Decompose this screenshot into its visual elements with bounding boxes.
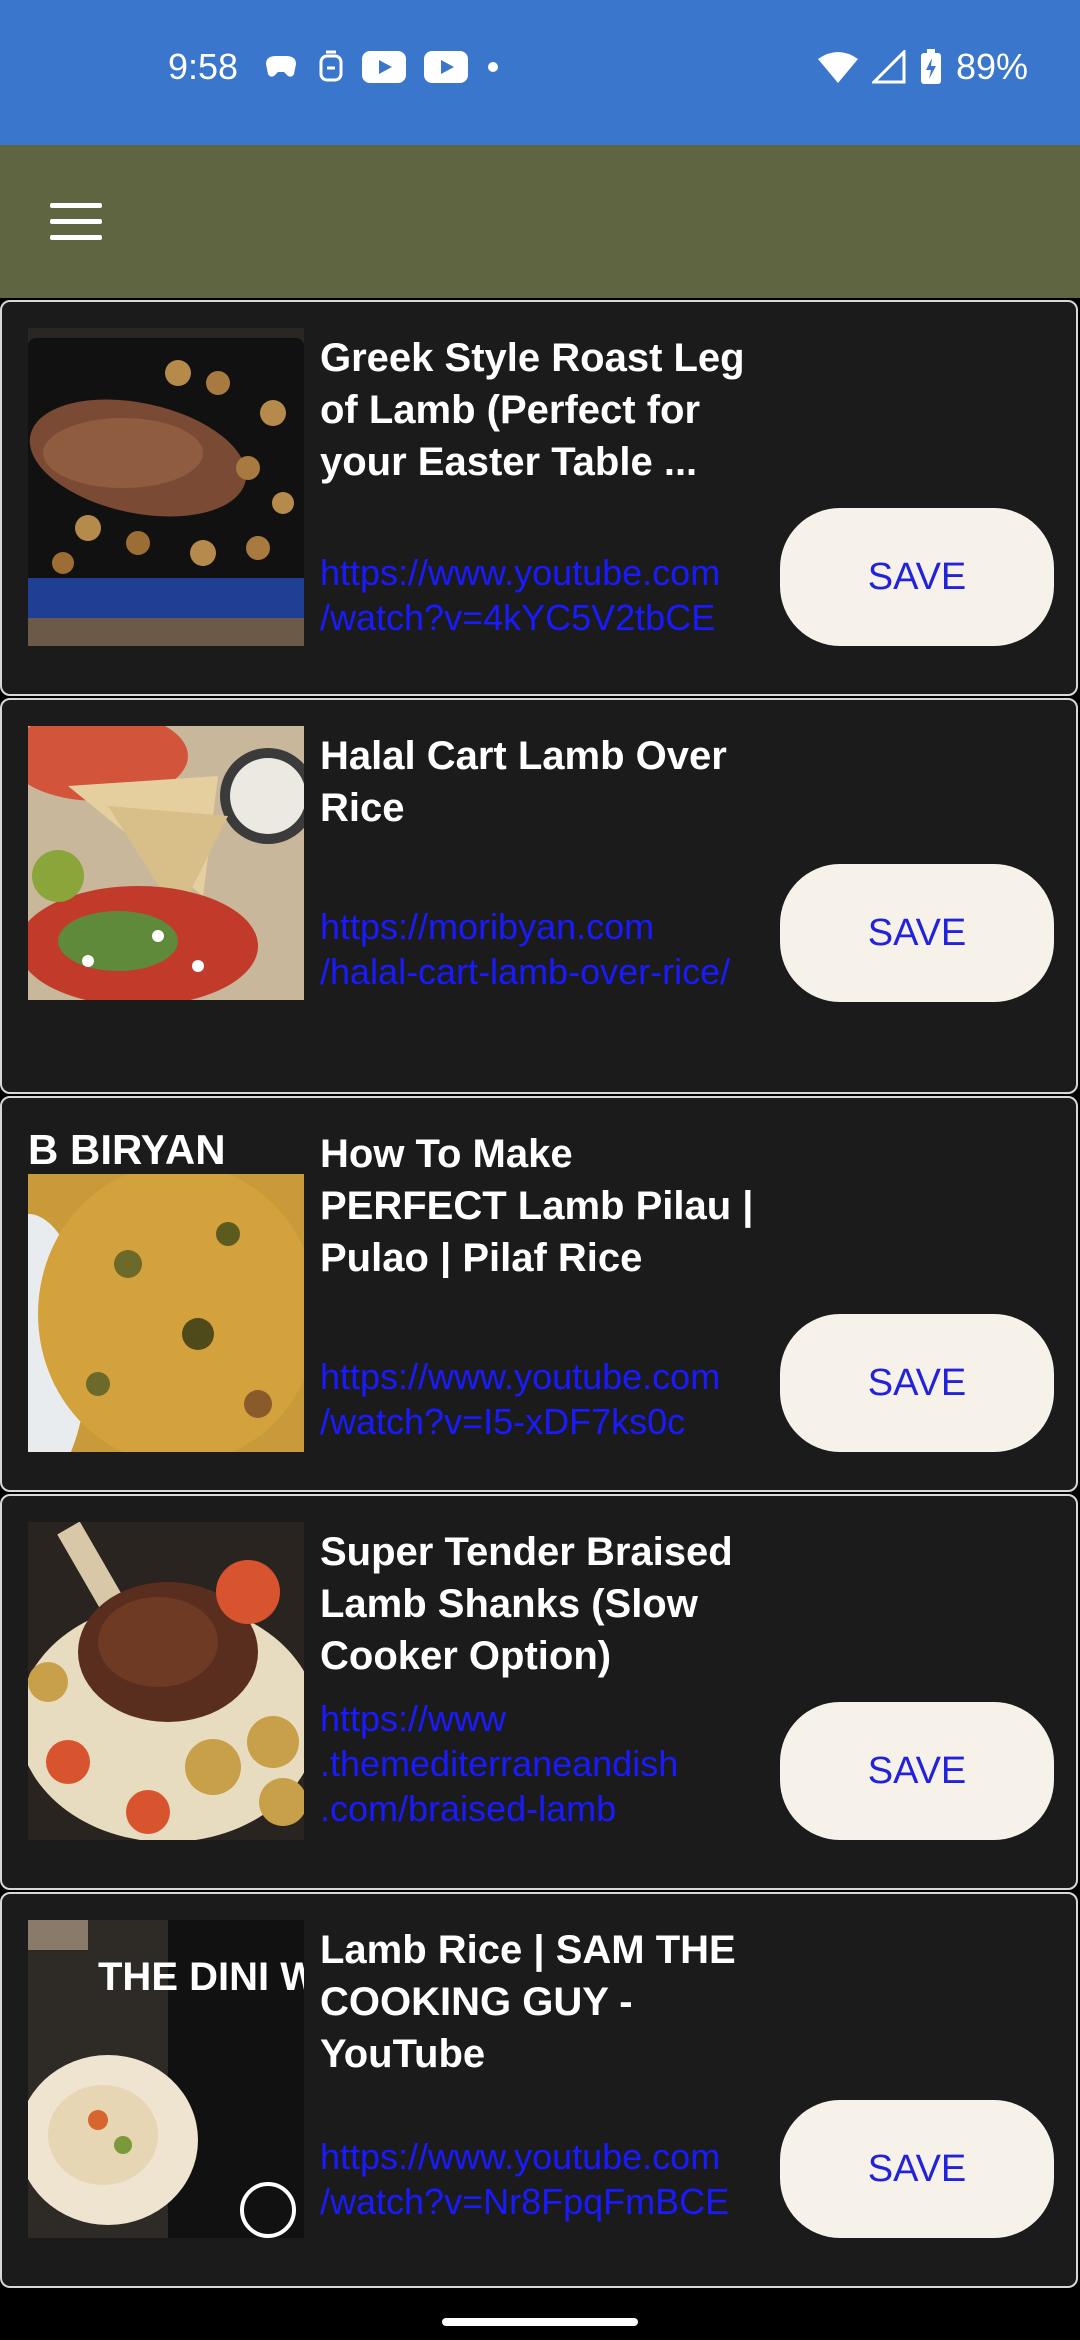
list-item: THE DINI WE CAN MAK Lamb Rice | SAM THE … xyxy=(0,1892,1078,2288)
lamb-rice-sandwich-thumbnail: THE DINI WE CAN MAK xyxy=(28,1920,304,2238)
braised-lamb-shanks-thumbnail xyxy=(28,1522,304,1840)
game-controller-cloud-icon xyxy=(266,56,296,77)
list-item: B BIRYAN How To Make PERFECT Lamb Pilau … xyxy=(0,1096,1078,1492)
youtube-icon xyxy=(362,51,406,83)
lamb-biryani-thumbnail: B BIRYAN xyxy=(28,1124,304,1452)
app-bar xyxy=(0,145,1080,298)
roast-lamb-thumbnail xyxy=(28,328,304,646)
save-button[interactable]: SAVE xyxy=(780,2100,1054,2238)
hamburger-menu-icon[interactable] xyxy=(50,203,102,241)
recipe-title: Lamb Rice | SAM THE COOKING GUY - YouTub… xyxy=(320,1928,736,2076)
save-button[interactable]: SAVE xyxy=(780,1702,1054,1840)
recipe-title: Greek Style Roast Leg of Lamb (Perfect f… xyxy=(320,336,745,484)
status-time: 9:58 xyxy=(168,46,239,87)
thumbnail-caption: THE DINI WE CAN MAK xyxy=(98,1955,304,1999)
list-item: Halal Cart Lamb Over Rice https://moriby… xyxy=(0,698,1078,1094)
battery-charging-icon xyxy=(920,49,941,84)
recipe-title: Halal Cart Lamb Over Rice xyxy=(320,734,727,830)
recipe-link[interactable]: https://www.youtube.com /watch?v=4kYC5V2… xyxy=(320,550,770,640)
dot-icon xyxy=(488,62,498,72)
badge-icon xyxy=(319,50,343,82)
navigation-bar xyxy=(0,2290,1080,2340)
notification-icons xyxy=(262,50,500,84)
status-bar: 9:58 89% xyxy=(0,0,1080,145)
list-item: Super Tender Braised Lamb Shanks (Slow C… xyxy=(0,1494,1078,1890)
system-icons: 89% xyxy=(817,46,1028,88)
lamb-over-rice-thumbnail xyxy=(28,726,304,1000)
thumbnail-caption: B BIRYAN xyxy=(28,1126,226,1173)
list-item: Greek Style Roast Leg of Lamb (Perfect f… xyxy=(0,300,1078,696)
home-gesture-handle[interactable] xyxy=(442,2318,638,2326)
recipe-link[interactable]: https://www.youtube.com /watch?v=Nr8FpqF… xyxy=(320,2134,770,2224)
save-button[interactable]: SAVE xyxy=(780,1314,1054,1452)
save-button[interactable]: SAVE xyxy=(780,508,1054,646)
signal-icon xyxy=(871,50,906,84)
recipe-link[interactable]: https://www .themediterraneandish .com/b… xyxy=(320,1696,770,1831)
save-button[interactable]: SAVE xyxy=(780,864,1054,1002)
recipe-link[interactable]: https://www.youtube.com /watch?v=I5-xDF7… xyxy=(320,1354,770,1444)
youtube-icon xyxy=(424,51,468,83)
battery-level: 89% xyxy=(955,46,1028,87)
recipe-link[interactable]: https://moribyan.com /halal-cart-lamb-ov… xyxy=(320,904,770,994)
recipe-title: How To Make PERFECT Lamb Pilau | Pulao |… xyxy=(320,1132,754,1278)
wifi-icon xyxy=(817,52,858,83)
recipe-title: Super Tender Braised Lamb Shanks (Slow C… xyxy=(320,1530,733,1678)
